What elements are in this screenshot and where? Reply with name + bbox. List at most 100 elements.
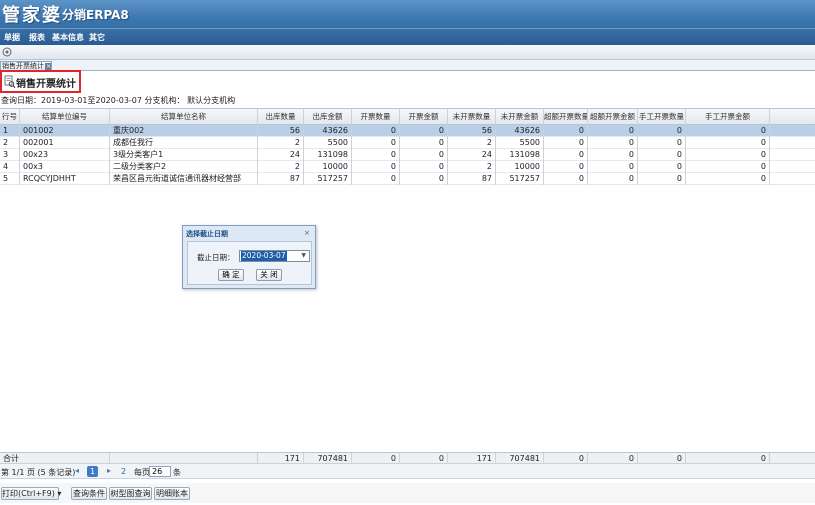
cell-manual-amount: 0 [686, 137, 770, 149]
report-search-icon [4, 75, 16, 89]
cell-over-amount: 0 [588, 161, 638, 173]
cell-row-no: 4 [0, 161, 20, 173]
cell-uninvoiced-qty: 56 [448, 125, 496, 137]
cell-row-no: 1 [0, 125, 20, 137]
col-header-uninvoiced-amount[interactable]: 未开票金额 [496, 109, 544, 125]
close-icon[interactable]: × [304, 229, 310, 237]
query-summary: 查询日期：2019-03-01至2020-03-07 分支机构： 默认分支机构 [1, 96, 236, 105]
chevron-down-icon[interactable]: ▼ [301, 251, 306, 261]
cell-over-amount: 0 [588, 125, 638, 137]
cell-over-qty: 0 [544, 173, 588, 185]
cell-manual-amount: 0 [686, 125, 770, 137]
close-icon[interactable]: × [45, 63, 51, 70]
cell-invoice-qty: 0 [352, 137, 400, 149]
confirm-button[interactable]: 确 定 [218, 269, 244, 281]
table-row[interactable]: 3 00x23 3级分类客户1 24 131098 0 0 24 131098 … [0, 149, 815, 161]
col-header-uninvoiced-qty[interactable]: 未开票数量 [448, 109, 496, 125]
menu-basic-info[interactable]: 基本信息 [52, 32, 84, 43]
cell-out-qty: 87 [258, 173, 304, 185]
cell-over-amount: 0 [588, 137, 638, 149]
app-logo-main: 管家婆 [2, 5, 62, 26]
col-header-over-qty[interactable]: 超额开票数量 [544, 109, 588, 125]
cell-unit-name: 荣昌区昌元街道诚信通讯器材经营部 [110, 173, 258, 185]
cell-out-amount: 10000 [304, 161, 352, 173]
col-header-manual-amount[interactable]: 手工开票金额 [686, 109, 770, 125]
col-header-over-amount[interactable]: 超额开票金额 [588, 109, 638, 125]
col-header-row-no[interactable]: 行号 [0, 109, 20, 125]
end-date-input[interactable]: 2020-03-07 ▼ [239, 250, 310, 262]
first-page-icon[interactable]: ◂ [72, 466, 82, 477]
cell-unit-code: 001002 [20, 125, 110, 137]
report-grid: 行号 结算单位编号 结算单位名称 出库数量 出库金额 开票数量 开票金额 未开票… [0, 108, 815, 465]
tree-query-button[interactable]: 树型图查询 [109, 487, 152, 500]
cell-over-amount: 0 [588, 173, 638, 185]
col-header-out-amount[interactable]: 出库金额 [304, 109, 352, 125]
cell-manual-qty: 0 [638, 125, 686, 137]
cell-uninvoiced-qty: 2 [448, 161, 496, 173]
cell-manual-amount: 0 [686, 173, 770, 185]
col-header-invoice-qty[interactable]: 开票数量 [352, 109, 400, 125]
cell-uninvoiced-amount: 10000 [496, 161, 544, 173]
home-icon[interactable] [2, 47, 12, 57]
table-row[interactable]: 1 001002 重庆002 56 43626 0 0 56 43626 0 0… [0, 125, 815, 137]
cell-manual-qty: 0 [638, 149, 686, 161]
cell-manual-qty: 0 [638, 137, 686, 149]
cell-uninvoiced-amount: 517257 [496, 173, 544, 185]
cell-over-qty: 0 [544, 125, 588, 137]
cell-manual-amount: 0 [686, 149, 770, 161]
close-button[interactable]: 关 闭 [256, 269, 282, 281]
cell-uninvoiced-amount: 43626 [496, 125, 544, 137]
cell-unit-name: 成都任我行 [110, 137, 258, 149]
tab-label: 销售开票统计 [2, 62, 44, 70]
print-button[interactable]: 打印(Ctrl+F9) ▾ [1, 487, 61, 500]
page-button-current[interactable]: 1 [87, 466, 98, 477]
cell-uninvoiced-qty: 24 [448, 149, 496, 161]
grid-header: 行号 结算单位编号 结算单位名称 出库数量 出库金额 开票数量 开票金额 未开票… [0, 109, 815, 125]
menu-documents[interactable]: 单据 [4, 32, 20, 43]
cell-out-amount: 43626 [304, 125, 352, 137]
cell-uninvoiced-qty: 2 [448, 137, 496, 149]
page-title: 销售开票统计 [16, 79, 76, 90]
table-row[interactable]: 2 002001 成都任我行 2 5500 0 0 2 5500 0 0 0 0 [0, 137, 815, 149]
main-menu-bar: 单据 报表 基本信息 其它 [0, 28, 815, 45]
query-conditions-button[interactable]: 查询条件 [71, 487, 107, 500]
cell-invoice-qty: 0 [352, 149, 400, 161]
cell-uninvoiced-qty: 87 [448, 173, 496, 185]
menu-other[interactable]: 其它 [89, 32, 105, 43]
col-header-unit-name[interactable]: 结算单位名称 [110, 109, 258, 125]
cell-manual-amount: 0 [686, 161, 770, 173]
cell-manual-qty: 0 [638, 161, 686, 173]
cell-unit-code: 002001 [20, 137, 110, 149]
cell-row-no: 3 [0, 149, 20, 161]
cell-unit-name: 3级分类客户1 [110, 149, 258, 161]
cell-unit-code: RCQCYJDHHT [20, 173, 110, 185]
menu-reports[interactable]: 报表 [29, 32, 45, 43]
table-row[interactable]: 5 RCQCYJDHHT 荣昌区昌元街道诚信通讯器材经营部 87 517257 … [0, 173, 815, 185]
cell-manual-qty: 0 [638, 173, 686, 185]
detail-ledger-button[interactable]: 明细账本 [154, 487, 190, 500]
table-row[interactable]: 4 00x3 二级分类客户2 2 10000 0 0 2 10000 0 0 0… [0, 161, 815, 173]
cell-invoice-qty: 0 [352, 125, 400, 137]
cell-out-qty: 24 [258, 149, 304, 161]
col-header-invoice-amount[interactable]: 开票金额 [400, 109, 448, 125]
col-header-manual-qty[interactable]: 手工开票数量 [638, 109, 686, 125]
cell-invoice-amount: 0 [400, 161, 448, 173]
app-banner: 管家婆 分销ERPA8 [0, 0, 815, 28]
dialog-body: 截止日期： 2020-03-07 ▼ 确 定 关 闭 [187, 241, 312, 285]
cell-over-amount: 0 [588, 149, 638, 161]
cell-invoice-qty: 0 [352, 173, 400, 185]
page-jump-link[interactable]: 2 [121, 467, 126, 476]
per-page-input[interactable] [149, 466, 171, 477]
cell-over-qty: 0 [544, 161, 588, 173]
select-end-date-dialog: 选择截止日期 × 截止日期： 2020-03-07 ▼ 确 定 关 闭 [182, 225, 316, 289]
cell-out-qty: 2 [258, 161, 304, 173]
cell-out-amount: 5500 [304, 137, 352, 149]
per-page-label: 每页 [134, 468, 150, 477]
pagination-bar: 第 1/1 页 (5 条记录) ◂ 1 ▸ 2 每页 条 [0, 463, 815, 479]
cell-invoice-amount: 0 [400, 149, 448, 161]
col-header-out-qty[interactable]: 出库数量 [258, 109, 304, 125]
col-header-unit-code[interactable]: 结算单位编号 [20, 109, 110, 125]
cell-invoice-qty: 0 [352, 161, 400, 173]
end-date-value: 2020-03-07 [241, 251, 287, 261]
next-page-icon[interactable]: ▸ [104, 466, 114, 477]
